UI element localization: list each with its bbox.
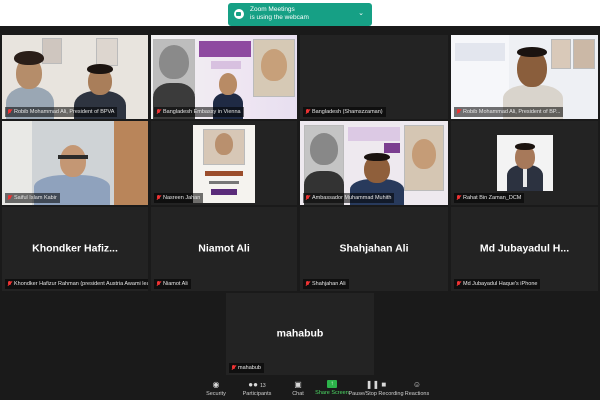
participant-name: Bangladesh (Shamszzaman) [312, 109, 383, 115]
participant-name-tag: Robib Mohammad Ali, President of BP... [454, 107, 564, 117]
participant-name: Khondker Hafizur Rahman (president Austr… [14, 281, 148, 287]
mic-muted-icon [456, 109, 461, 115]
participant-display-name: Md Jubayadul H... [479, 242, 570, 255]
mic-muted-icon [7, 281, 12, 287]
mic-muted-icon [156, 109, 161, 115]
participant-name-tag: Shahjahan Ali [303, 279, 349, 289]
video-tile[interactable]: Shahjahan Ali Shahjahan Ali [300, 207, 448, 291]
participant-display-name: mahabub [276, 327, 324, 340]
mic-muted-icon [456, 281, 461, 287]
video-tile[interactable]: Bangladesh Embassy in Vienna [151, 35, 297, 119]
webcam-icon [234, 9, 244, 19]
video-tile[interactable]: Saiful Islam Kabir [2, 121, 148, 205]
participant-name-tag: Bangladesh (Shamszzaman) [303, 107, 386, 117]
video-tile[interactable]: Niamot Ali Niamot Ali [151, 207, 297, 291]
meeting-gallery: Robib Mohammad Ali, President of BPVA Ba… [0, 26, 600, 400]
video-tile[interactable]: Md Jubayadul H... Md Jubayadul Haque's i… [451, 207, 598, 291]
participant-display-name: Shahjahan Ali [339, 242, 409, 255]
mic-muted-icon [231, 365, 236, 371]
share-screen-icon: ↑ [327, 380, 337, 388]
video-tile[interactable]: Bangladesh (Shamszzaman) [300, 35, 448, 119]
participant-name-tag: Robib Mohammad Ali, President of BPVA [5, 107, 118, 117]
participant-name: Nasreen Jahan [163, 195, 201, 201]
participants-count: 13 [260, 383, 266, 389]
video-tile[interactable]: Rahat Bin Zaman_DCM [451, 121, 598, 205]
participant-name: Bangladesh Embassy in Vienna [163, 109, 241, 115]
video-tile[interactable]: Nasreen Jahan [151, 121, 297, 205]
participant-name-tag: Ambassador Muhammad Muhith [303, 193, 395, 203]
participant-name-tag: Saiful Islam Kabir [5, 193, 60, 203]
video-tile[interactable]: Robib Mohammad Ali, President of BPVA [2, 35, 148, 119]
share-screen-label: Share Screen [315, 390, 349, 396]
participant-name-tag: Rahat Bin Zaman_DCM [454, 193, 525, 203]
video-tile[interactable]: Khondker Hafiz... Khondker Hafizur Rahma… [2, 207, 148, 291]
participant-name-tag: Niamot Ali [154, 279, 191, 289]
mic-muted-icon [156, 195, 161, 201]
participant-name-tag: Khondker Hafizur Rahman (president Austr… [5, 279, 148, 289]
participant-name-tag: Bangladesh Embassy in Vienna [154, 107, 244, 117]
mic-muted-icon [305, 281, 310, 287]
participant-name: Shahjahan Ali [312, 281, 346, 287]
mic-muted-icon [7, 109, 12, 115]
participant-display-name: Khondker Hafiz... [32, 242, 118, 255]
mic-muted-icon [305, 195, 310, 201]
participant-name: Saiful Islam Kabir [14, 195, 57, 201]
participant-name: Robib Mohammad Ali, President of BPVA [14, 109, 115, 115]
participant-name: Niamot Ali [163, 281, 188, 287]
meeting-toolbar: ◉ Security ●● 13 Participants ▣ Chat ↑ S… [0, 376, 600, 400]
participant-name: mahabub [238, 365, 261, 371]
participant-name-tag: mahabub [229, 363, 264, 373]
participant-display-name: Niamot Ali [198, 242, 250, 255]
participant-name-tag: Md Jubayadul Haque's iPhone [454, 279, 541, 289]
reactions-label: Reactions [404, 391, 430, 397]
mic-muted-icon [156, 281, 161, 287]
mic-muted-icon [456, 195, 461, 201]
mic-muted-icon [7, 195, 12, 201]
participant-name: Rahat Bin Zaman_DCM [463, 195, 522, 201]
participant-name-tag: Nasreen Jahan [154, 193, 204, 203]
reactions-button[interactable]: ☺ Reactions [387, 380, 447, 397]
video-tile[interactable]: mahabub mahabub [226, 293, 374, 375]
participant-name: Md Jubayadul Haque's iPhone [463, 281, 538, 287]
chevron-down-icon[interactable]: ⌄ [358, 10, 364, 18]
participant-name: Ambassador Muhammad Muhith [312, 195, 392, 201]
participant-name: Robib Mohammad Ali, President of BP... [463, 109, 561, 115]
mic-muted-icon [305, 109, 310, 115]
reactions-icon: ☺ [412, 380, 422, 389]
security-label: Security [206, 391, 226, 397]
notification-title: Zoom Meetings [250, 6, 295, 13]
webcam-notification[interactable]: Zoom Meetings is using the webcam ⌄ [228, 3, 372, 26]
active-speaker-tile[interactable]: Ambassador Muhammad Muhith [300, 121, 448, 205]
video-tile[interactable]: Robib Mohammad Ali, President of BP... [451, 35, 598, 119]
notification-subtitle: is using the webcam [250, 14, 309, 21]
